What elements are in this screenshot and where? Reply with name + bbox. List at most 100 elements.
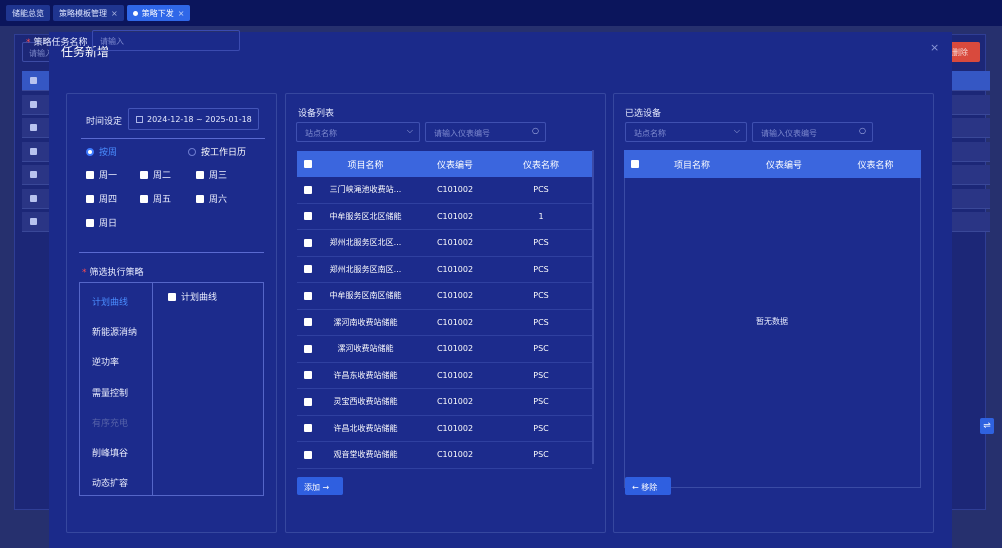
row-checkbox[interactable] — [297, 265, 319, 274]
column-header: 仪表名称 — [522, 160, 559, 171]
row-checkbox[interactable] — [297, 450, 319, 459]
close-icon[interactable]: × — [111, 9, 118, 18]
table-scrollbar[interactable] — [592, 150, 594, 464]
table-row[interactable]: 郑州北服务区南区... C101002 PCS — [297, 256, 592, 283]
row-checkbox[interactable] — [297, 185, 319, 194]
meter-search-input[interactable]: 请输入仪表编号 ○ — [425, 122, 546, 142]
selected-meter-search-input[interactable]: 请输入仪表编号 ○ — [752, 122, 873, 142]
table-row[interactable]: 三门峡渑池收费站... C101002 PCS — [297, 177, 592, 204]
tab-2[interactable]: 策略下发 × — [126, 5, 191, 21]
plan-curve-checkbox[interactable]: 计划曲线 — [168, 290, 217, 303]
table-row[interactable]: 漯河南收费站储能 C101002 PCS — [297, 309, 592, 336]
table-row[interactable]: 许昌北收费站储能 C101002 PSC — [297, 415, 592, 442]
project-name-cell: 漯河南收费站储能 — [333, 317, 398, 327]
row-checkbox[interactable] — [297, 371, 319, 380]
chevron-down-icon: ⌵ — [406, 126, 413, 135]
project-name-cell: 郑州北服务区北区... — [329, 238, 402, 248]
checkbox-icon — [304, 185, 312, 194]
background-delete-button[interactable]: 删除 — [948, 42, 980, 62]
select-all-checkbox[interactable] — [624, 160, 646, 168]
radio-dot-icon — [86, 147, 94, 156]
checkbox-icon — [304, 291, 312, 300]
weekday-label: 周六 — [209, 195, 228, 205]
weekday-checkbox[interactable]: 周日 — [86, 216, 117, 229]
weekday-checkbox[interactable]: 周四 — [86, 192, 117, 205]
add-button[interactable]: 添加 → — [297, 477, 343, 495]
table-row[interactable]: 郑州北服务区北区... C101002 PCS — [297, 230, 592, 257]
project-name-cell: 漯河收费站储能 — [337, 344, 394, 354]
row-checkbox[interactable] — [297, 212, 319, 221]
checkbox-icon — [168, 292, 176, 301]
radio-by-workday[interactable]: 按工作日历 — [188, 145, 246, 158]
close-icon[interactable]: × — [178, 9, 185, 18]
radio-by-week[interactable]: 按周 — [86, 145, 117, 158]
strategy-item[interactable]: 计划曲线 — [92, 295, 128, 308]
strategy-item[interactable]: 逆功率 — [92, 355, 119, 368]
column-header: 仪表编号 — [765, 160, 802, 171]
meter-code-cell: C101002 — [436, 423, 474, 433]
strategy-item[interactable]: 动态扩容 — [92, 476, 128, 489]
device-table: 项目名称 仪表编号 仪表名称 三门峡渑池收费站... C101002 PCS 中牟服务区北区… — [297, 151, 592, 469]
strategy-item[interactable]: 新能源消纳 — [92, 325, 137, 338]
weekday-checkbox[interactable]: 周六 — [196, 192, 227, 205]
station-select[interactable]: 站点名称 ⌵ — [296, 122, 420, 142]
meter-name-cell: PSC — [533, 450, 549, 460]
checkbox-icon — [304, 238, 312, 247]
tab-1[interactable]: 策略模板管理 × — [53, 5, 124, 21]
checkbox-icon — [304, 160, 312, 168]
row-checkbox[interactable] — [297, 238, 319, 247]
empty-state: 暂无数据 — [756, 317, 788, 326]
weekday-checkbox[interactable]: 周二 — [140, 168, 171, 181]
project-name-cell: 许昌东收费站储能 — [333, 370, 398, 380]
search-icon: ○ — [859, 126, 866, 135]
divider — [81, 138, 265, 139]
checkbox-icon — [30, 77, 37, 84]
project-name-cell: 中牟服务区北区储能 — [329, 211, 402, 221]
project-name-cell: 郑州北服务区南区... — [329, 264, 402, 274]
table-row[interactable]: 中牟服务区北区储能 C101002 1 — [297, 203, 592, 230]
table-row[interactable]: 许昌东收费站储能 C101002 PSC — [297, 362, 592, 389]
weekday-label: 周日 — [99, 219, 118, 229]
checkbox-icon — [30, 218, 37, 225]
checkbox-icon — [196, 194, 204, 203]
checkbox-icon — [30, 100, 37, 108]
active-dot-icon — [132, 10, 138, 16]
strategy-label: * 筛选执行策略 — [82, 268, 144, 278]
close-icon[interactable]: × — [930, 41, 939, 54]
table-row[interactable]: 中牟服务区南区储能 C101002 PCS — [297, 283, 592, 310]
meter-code-cell: C101002 — [436, 450, 474, 460]
weekday-checkbox[interactable]: 周五 — [140, 192, 171, 205]
weekday-checkbox[interactable]: 周一 — [86, 168, 117, 181]
table-row[interactable]: 漯河收费站储能 C101002 PSC — [297, 336, 592, 363]
chevron-down-icon: ⌵ — [733, 126, 740, 135]
settings-toggle-icon[interactable]: ⇌ — [980, 418, 994, 434]
checkbox-icon — [30, 124, 37, 131]
checkbox-icon — [86, 218, 94, 227]
radio-dot-icon — [188, 147, 196, 156]
row-checkbox[interactable] — [297, 424, 319, 433]
meter-name-cell: PSC — [533, 397, 549, 407]
weekday-checkbox[interactable]: 周三 — [196, 168, 227, 181]
table-row[interactable]: 观音堂收费站储能 C101002 PSC — [297, 442, 592, 469]
checkbox-icon — [304, 318, 312, 327]
strategy-item[interactable]: 需量控制 — [92, 386, 128, 399]
row-checkbox[interactable] — [297, 344, 319, 353]
selected-station-select[interactable]: 站点名称 ⌵ — [625, 122, 747, 142]
date-range-input[interactable]: 2024-12-18 ~ 2025-01-18 — [128, 108, 259, 130]
task-name-input[interactable]: 请输入 — [92, 30, 240, 51]
checkbox-icon — [140, 170, 148, 179]
tab-0[interactable]: 储能总览 — [6, 5, 50, 21]
select-all-checkbox[interactable] — [297, 160, 319, 168]
meter-name-cell: PCS — [533, 291, 549, 301]
column-header: 仪表名称 — [857, 160, 894, 171]
row-checkbox[interactable] — [297, 291, 319, 300]
row-checkbox[interactable] — [297, 397, 319, 406]
row-checkbox[interactable] — [297, 318, 319, 327]
task-name-label: * 策略任务名称 — [26, 38, 88, 48]
weekday-label: 周三 — [209, 171, 228, 181]
remove-button[interactable]: ← 移除 — [625, 477, 671, 495]
strategy-item[interactable]: 削峰填谷 — [92, 446, 128, 459]
meter-name-cell: PSC — [533, 370, 549, 380]
table-row[interactable]: 灵宝西收费站储能 C101002 PSC — [297, 389, 592, 416]
checkbox-icon — [140, 194, 148, 203]
